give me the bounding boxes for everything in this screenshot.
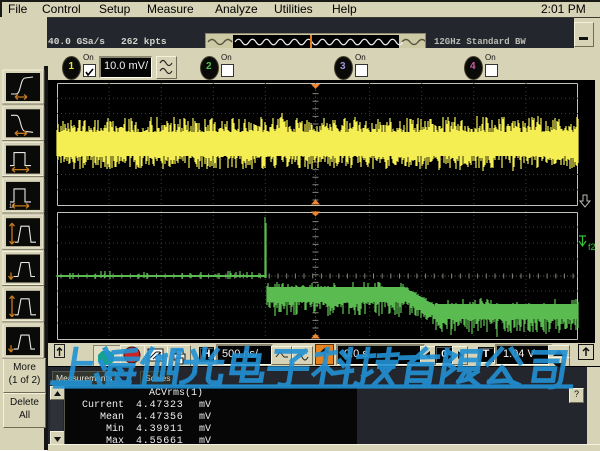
svg-text:1/: 1/ <box>9 204 14 210</box>
svg-text:f2: f2 <box>588 242 595 252</box>
